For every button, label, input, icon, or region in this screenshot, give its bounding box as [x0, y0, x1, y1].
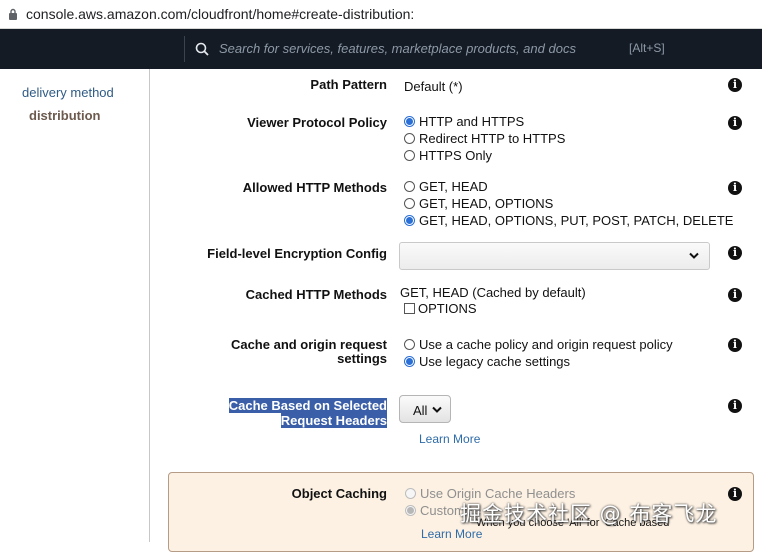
search-icon [195, 42, 209, 56]
radio-all-methods[interactable]: GET, HEAD, OPTIONS, PUT, POST, PATCH, DE… [404, 213, 733, 228]
info-icon[interactable]: i [728, 288, 742, 302]
chevron-down-icon [689, 252, 699, 259]
radio-legacy-cache[interactable]: Use legacy cache settings [404, 354, 570, 369]
radio-http-and-https[interactable]: HTTP and HTTPS [404, 114, 524, 129]
checkbox[interactable] [404, 303, 415, 314]
cache-based-headers-label-1: Cache Based on Selected [228, 398, 387, 413]
sidebar-item-delivery-method[interactable]: delivery method [22, 85, 114, 100]
info-icon[interactable]: i [728, 181, 742, 195]
info-icon[interactable]: i [728, 78, 742, 92]
lock-icon [9, 8, 17, 20]
radio-button[interactable] [404, 181, 415, 192]
radio-button[interactable] [404, 116, 415, 127]
field-level-encryption-label: Field-level Encryption Config [207, 246, 387, 261]
radio-https-only[interactable]: HTTPS Only [404, 148, 492, 163]
cached-http-methods-label: Cached HTTP Methods [245, 287, 387, 302]
radio-button[interactable] [404, 133, 415, 144]
chevron-down-icon [432, 406, 442, 413]
search-placeholder: Search for services, features, marketpla… [219, 41, 576, 56]
info-icon[interactable]: i [728, 399, 742, 413]
wizard-sidebar: delivery method distribution [0, 69, 150, 542]
info-icon[interactable]: i [728, 487, 742, 501]
search-shortcut-hint: [Alt+S] [629, 41, 665, 55]
path-pattern-label: Path Pattern [310, 77, 387, 92]
radio-button[interactable] [404, 198, 415, 209]
radio-button[interactable] [404, 356, 415, 367]
radio-get-head-options[interactable]: GET, HEAD, OPTIONS [404, 196, 553, 211]
object-caching-label: Object Caching [291, 486, 387, 501]
allowed-http-methods-label: Allowed HTTP Methods [242, 180, 387, 195]
service-search-input[interactable]: Search for services, features, marketpla… [184, 36, 678, 62]
radio-get-head[interactable]: GET, HEAD [404, 179, 488, 194]
radio-button[interactable] [404, 215, 415, 226]
cache-origin-request-label-1: Cache and origin request [230, 337, 387, 352]
learn-more-link[interactable]: Learn More [419, 432, 480, 446]
cache-headers-dropdown[interactable]: All [399, 395, 451, 423]
dropdown-value: All [413, 403, 428, 418]
radio-button[interactable] [405, 488, 416, 499]
path-pattern-value: Default (*) [404, 79, 463, 94]
url-text[interactable]: console.aws.amazon.com/cloudfront/home#c… [26, 6, 414, 22]
aws-top-nav: Search for services, features, marketpla… [0, 29, 762, 69]
radio-button[interactable] [404, 339, 415, 350]
radio-button[interactable] [404, 150, 415, 161]
watermark: 掘金技术社区 @ 布客飞龙 [460, 502, 718, 526]
radio-cache-policy[interactable]: Use a cache policy and origin request po… [404, 337, 673, 352]
cache-based-headers-label-2: Request Headers [280, 413, 387, 428]
info-icon[interactable]: i [728, 338, 742, 352]
radio-button[interactable] [405, 505, 416, 516]
info-icon[interactable]: i [728, 246, 742, 260]
viewer-protocol-policy-label: Viewer Protocol Policy [247, 115, 387, 130]
field-level-encryption-select[interactable] [399, 242, 710, 270]
options-checkbox[interactable]: OPTIONS [404, 301, 477, 316]
cached-methods-value: GET, HEAD (Cached by default) [400, 285, 586, 300]
sidebar-item-distribution[interactable]: distribution [29, 108, 101, 123]
radio-redirect-http-to-https[interactable]: Redirect HTTP to HTTPS [404, 131, 565, 146]
cache-origin-request-label-2: settings [337, 351, 387, 366]
browser-address-bar[interactable]: console.aws.amazon.com/cloudfront/home#c… [0, 0, 762, 29]
learn-more-link[interactable]: Learn More [421, 527, 482, 541]
info-icon[interactable]: i [728, 116, 742, 130]
